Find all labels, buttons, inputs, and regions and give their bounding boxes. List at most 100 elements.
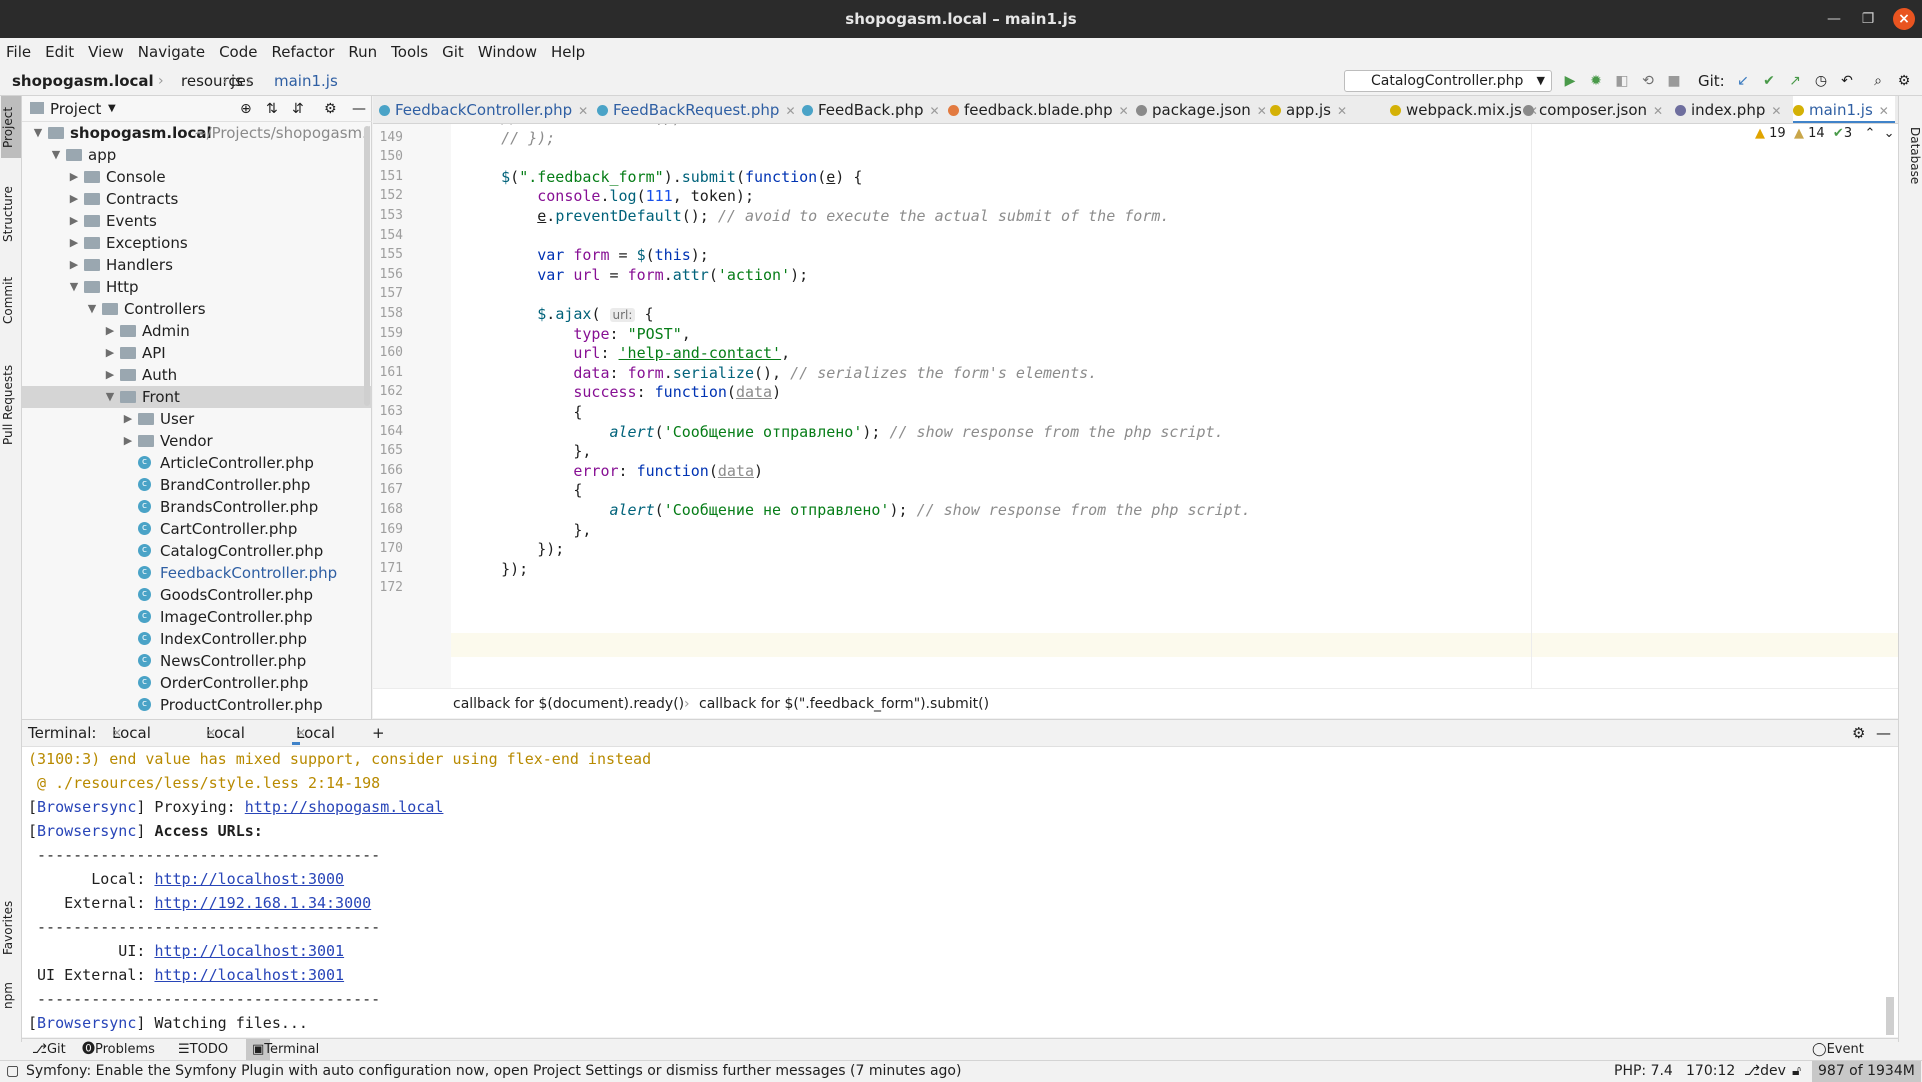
chevron-right-icon[interactable]: ▶ <box>104 320 116 342</box>
tree-node-front[interactable]: ▼ Front <box>22 386 372 408</box>
terminal-tab-local[interactable]: Local ✕ <box>292 720 335 745</box>
profile-icon[interactable]: ⟲ <box>1638 71 1658 91</box>
terminal-link[interactable]: http://localhost:3001 <box>154 942 344 960</box>
menu-refactor[interactable]: Refactor <box>264 38 341 66</box>
chevron-right-icon[interactable]: ▶ <box>104 342 116 364</box>
terminal-link[interactable]: http://192.168.1.34:3000 <box>154 894 371 912</box>
tree-node-shopogasm-local[interactable]: ▼ shopogasm.local ~/Projects/shopogasm.loc <box>22 122 372 144</box>
tool-window-database[interactable]: Database <box>1902 116 1922 196</box>
menu-edit[interactable]: Edit <box>38 38 81 66</box>
tree-node-http[interactable]: ▼ Http <box>22 276 372 298</box>
close-icon[interactable]: ✕ <box>1257 104 1267 118</box>
tree-node-exceptions[interactable]: ▶ Exceptions <box>22 232 372 254</box>
project-scrollbar[interactable] <box>364 126 370 406</box>
chevron-right-icon[interactable]: ▶ <box>68 210 80 232</box>
expand-all-icon[interactable]: ⇅ <box>266 96 278 122</box>
tree-node-articlecontroller-php[interactable]: c ArticleController.php <box>22 452 372 474</box>
menu-file[interactable]: File <box>0 38 38 66</box>
close-icon[interactable]: × <box>1893 8 1915 30</box>
nav-crumb-file[interactable]: main1.js <box>274 66 338 96</box>
editor-tab-feedback-blade-php[interactable]: feedback.blade.php ✕ <box>948 96 1135 123</box>
close-icon[interactable]: ✕ <box>1771 104 1781 118</box>
tool-tab-git[interactable]: ⎇ Git <box>32 1039 66 1061</box>
close-icon[interactable]: ✕ <box>1337 104 1347 118</box>
tool-window-favorites[interactable]: Favorites <box>1 892 21 964</box>
close-icon[interactable]: ✕ <box>112 720 122 746</box>
breadcrumb-submit-callback[interactable]: callback for $(".feedback_form").submit(… <box>699 689 989 719</box>
chevron-right-icon[interactable]: ▶ <box>68 188 80 210</box>
code-editor[interactable]: ▲ 19 ▲ 14 ✔3 ⌃ ⌄ 148 // cartCount();149 … <box>373 124 1898 688</box>
chevron-right-icon[interactable]: ▶ <box>68 232 80 254</box>
coverage-icon[interactable]: ◧ <box>1612 71 1632 91</box>
tree-node-app[interactable]: ▼ app <box>22 144 372 166</box>
search-icon[interactable]: ⌕ <box>1868 71 1888 91</box>
tool-tab-problems[interactable]: ⓿ Problems <box>82 1039 155 1061</box>
editor-tab-main1-js[interactable]: main1.js ✕ <box>1793 96 1895 123</box>
tree-node-cartcontroller-php[interactable]: c CartController.php <box>22 518 372 540</box>
editor-tab-index-php[interactable]: index.php ✕ <box>1675 96 1787 123</box>
tree-node-catalogcontroller-php[interactable]: c CatalogController.php <box>22 540 372 562</box>
git-branch[interactable]: ⎇ dev <box>1744 1061 1786 1082</box>
tree-node-brandcontroller-php[interactable]: c BrandController.php <box>22 474 372 496</box>
editor-tab-feedbackrequest-php[interactable]: FeedBackRequest.php ✕ <box>597 96 802 123</box>
tree-node-console[interactable]: ▶ Console <box>22 166 372 188</box>
tree-node-feedbackcontroller-php[interactable]: c FeedbackController.php <box>22 562 372 584</box>
status-message[interactable]: Symfony: Enable the Symfony Plugin with … <box>26 1061 961 1082</box>
tree-node-goodscontroller-php[interactable]: c GoodsController.php <box>22 584 372 606</box>
tree-node-indexcontroller-php[interactable]: c IndexController.php <box>22 628 372 650</box>
project-view-label[interactable]: Project <box>50 96 101 122</box>
menu-view[interactable]: View <box>81 38 131 66</box>
editor-tab-feedbackcontroller-php[interactable]: FeedbackController.php ✕ <box>379 96 594 123</box>
locate-icon[interactable]: ⊕ <box>240 96 252 122</box>
tool-window-project[interactable]: Project <box>1 96 21 158</box>
tool-tab-event-log[interactable]: ◯ Event Log <box>1812 1039 1864 1079</box>
chevron-right-icon[interactable]: ▶ <box>122 408 134 430</box>
editor-tab-webpack-mix-js[interactable]: webpack.mix.js✕ <box>1390 96 1544 123</box>
terminal-link[interactable]: http://shopogasm.local <box>245 798 444 816</box>
menu-navigate[interactable]: Navigate <box>131 38 212 66</box>
git-update-icon[interactable]: ↙ <box>1733 71 1753 91</box>
chevron-down-icon[interactable]: ▼ <box>108 96 116 122</box>
debug-icon[interactable]: ✹ <box>1586 71 1606 91</box>
minimize-icon[interactable]: — <box>1823 8 1845 30</box>
menu-window[interactable]: Window <box>471 38 544 66</box>
tree-node-vendor[interactable]: ▶ Vendor <box>22 430 372 452</box>
close-icon[interactable]: ✕ <box>296 720 306 746</box>
menu-git[interactable]: Git <box>435 38 471 66</box>
chevron-down-icon[interactable]: ▼ <box>104 386 116 408</box>
tree-node-ordercontroller-php[interactable]: c OrderController.php <box>22 672 372 694</box>
close-icon[interactable]: ✕ <box>1119 104 1129 118</box>
tool-tab-todo[interactable]: ☰ TODO <box>178 1039 228 1061</box>
git-commit-icon[interactable]: ✔ <box>1759 71 1779 91</box>
nav-crumb-js[interactable]: js <box>231 66 243 96</box>
settings-icon[interactable]: ⚙ <box>1894 71 1914 91</box>
tree-node-brandscontroller-php[interactable]: c BrandsController.php <box>22 496 372 518</box>
tool-window-commit[interactable]: Commit <box>1 266 21 334</box>
run-configuration-select[interactable]: CatalogController.php ▼ <box>1344 70 1552 92</box>
tree-node-newscontroller-php[interactable]: c NewsController.php <box>22 650 372 672</box>
chevron-down-icon[interactable]: ▼ <box>68 276 80 298</box>
close-icon[interactable]: ✕ <box>930 104 940 118</box>
tree-node-admin[interactable]: ▶ Admin <box>22 320 372 342</box>
tree-node-events[interactable]: ▶ Events <box>22 210 372 232</box>
stop-icon[interactable]: ■ <box>1664 71 1684 91</box>
chevron-down-icon[interactable]: ▼ <box>50 144 62 166</box>
terminal-output[interactable]: (3100:3) end value has mixed support, co… <box>22 747 1898 1037</box>
chevron-right-icon[interactable]: ▶ <box>104 364 116 386</box>
tool-tab-terminal[interactable]: ▣ Terminal <box>246 1039 319 1061</box>
tree-node-handlers[interactable]: ▶ Handlers <box>22 254 372 276</box>
tree-node-imagecontroller-php[interactable]: c ImageController.php <box>22 606 372 628</box>
collapse-all-icon[interactable]: ⇵ <box>292 96 304 122</box>
hide-icon[interactable]: — <box>352 96 366 122</box>
run-icon[interactable]: ▶ <box>1560 71 1580 91</box>
menu-run[interactable]: Run <box>341 38 384 66</box>
gear-icon[interactable]: ⚙ <box>1852 720 1865 746</box>
chevron-right-icon[interactable]: ▶ <box>122 430 134 452</box>
chevron-down-icon[interactable]: ▼ <box>86 298 98 320</box>
gear-icon[interactable]: ⚙ <box>324 96 337 122</box>
rollback-icon[interactable]: ↶ <box>1837 71 1857 91</box>
menu-tools[interactable]: Tools <box>384 38 435 66</box>
new-tab-icon[interactable]: + <box>372 720 385 746</box>
tree-node-productcontroller-php[interactable]: c ProductController.php <box>22 694 372 716</box>
nav-crumb-project[interactable]: shopogasm.local <box>12 66 154 96</box>
